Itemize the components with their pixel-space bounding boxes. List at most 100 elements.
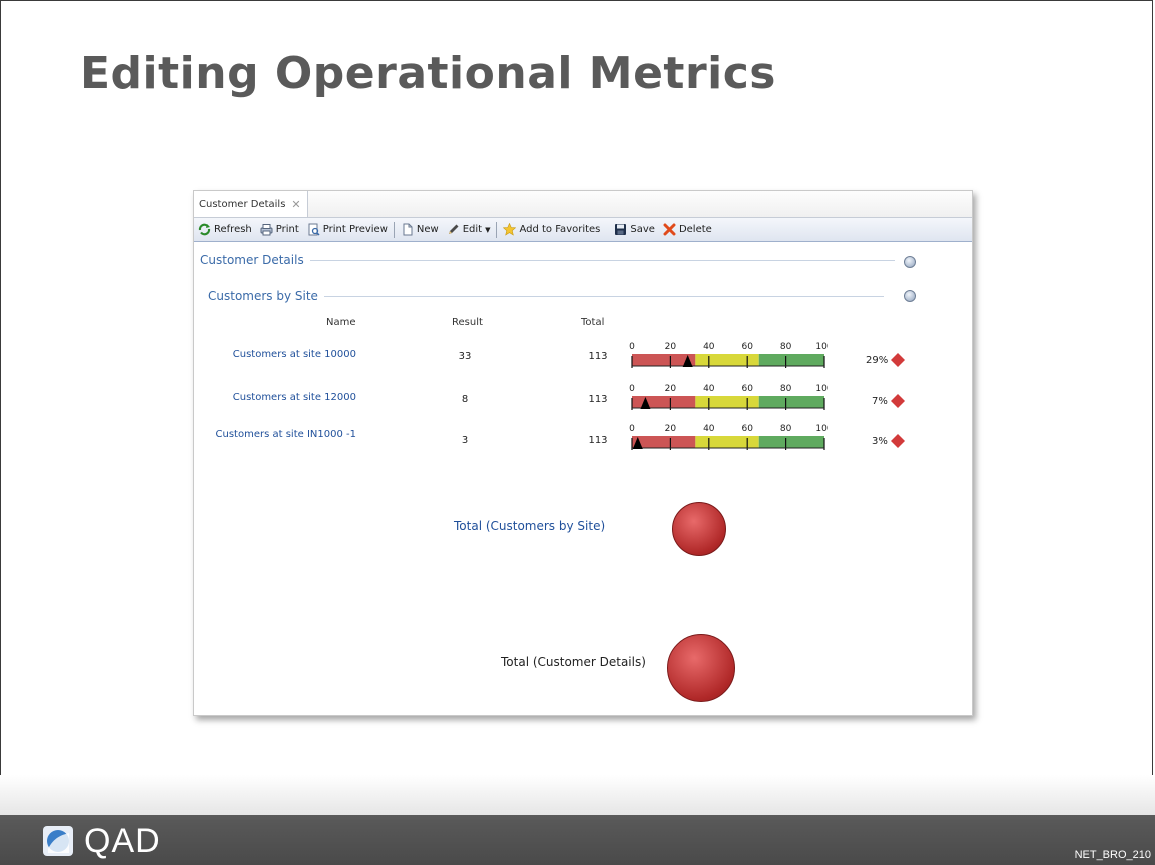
gauge-tick-label: 20 bbox=[665, 342, 677, 352]
gauge-band bbox=[758, 436, 824, 448]
edit-label: Edit bbox=[462, 224, 483, 235]
qad-logo-icon bbox=[43, 826, 73, 856]
total-details-status-indicator bbox=[667, 634, 735, 702]
chevron-down-icon: ▼ bbox=[485, 225, 491, 234]
print-preview-icon bbox=[308, 223, 320, 236]
gauge-band bbox=[695, 354, 759, 366]
close-icon[interactable]: ✕ bbox=[291, 198, 300, 211]
settings-icon[interactable] bbox=[904, 290, 916, 302]
refresh-label: Refresh bbox=[214, 224, 252, 235]
printer-icon bbox=[260, 224, 273, 236]
percent-value: 3% bbox=[872, 435, 888, 447]
customer-site-link[interactable]: Customers at site 10000 bbox=[204, 349, 356, 360]
gauge-tick-label: 100 bbox=[815, 424, 828, 434]
gauge-chart: 0 20 40 60 80 100 bbox=[629, 424, 828, 450]
total-customer-details-label: Total (Customer Details) bbox=[501, 655, 646, 669]
total-value: 113 bbox=[588, 351, 608, 362]
new-document-icon bbox=[403, 223, 413, 236]
gauge-tick-label: 40 bbox=[703, 342, 715, 352]
delete-x-icon bbox=[663, 223, 676, 236]
status-red-diamond-icon bbox=[890, 434, 905, 448]
footer-bar bbox=[0, 815, 1155, 865]
save-icon bbox=[615, 224, 627, 235]
column-header-total: Total bbox=[581, 317, 605, 328]
result-value: 33 bbox=[458, 351, 472, 362]
print-button[interactable]: Print bbox=[256, 223, 303, 236]
toolbar: Refresh Print Print Preview New Edit ▼ A… bbox=[194, 218, 972, 242]
add-to-favorites-button[interactable]: Add to Favorites bbox=[499, 223, 604, 236]
result-value: 8 bbox=[461, 394, 469, 405]
gauge-tick-label: 80 bbox=[780, 424, 792, 434]
delete-button[interactable]: Delete bbox=[659, 223, 716, 236]
gauge-tick-label: 60 bbox=[741, 424, 753, 434]
gauge-tick-label: 20 bbox=[665, 424, 677, 434]
refresh-icon bbox=[198, 223, 211, 236]
gauge-chart: 0 20 40 60 80 100 bbox=[629, 342, 828, 368]
gauge-tick-label: 100 bbox=[815, 384, 828, 394]
slide-code: NET_BRO_210 bbox=[1074, 849, 1151, 861]
tab-bar: Customer Details ✕ bbox=[194, 191, 972, 218]
gauge-band bbox=[758, 396, 824, 408]
refresh-button[interactable]: Refresh bbox=[194, 223, 256, 236]
gauge-tick-label: 100 bbox=[815, 342, 828, 352]
new-button[interactable]: New bbox=[397, 223, 443, 236]
status-red-diamond-icon bbox=[890, 394, 905, 408]
gauge-tick-label: 60 bbox=[741, 342, 753, 352]
footer-fade bbox=[0, 775, 1155, 815]
print-preview-button[interactable]: Print Preview bbox=[303, 223, 392, 236]
percent-value: 7% bbox=[872, 395, 888, 407]
gauge-tick-label: 80 bbox=[780, 342, 792, 352]
gauge-tick-label: 0 bbox=[629, 384, 635, 394]
section-title: Customer Details bbox=[200, 253, 304, 267]
percent-indicator: 7% bbox=[872, 393, 906, 409]
add-to-favorites-label: Add to Favorites bbox=[519, 224, 601, 235]
gauge-band bbox=[632, 396, 696, 408]
tab-customer-details[interactable]: Customer Details ✕ bbox=[194, 191, 308, 217]
tab-label: Customer Details bbox=[199, 198, 286, 210]
edit-button[interactable]: Edit ▼ bbox=[443, 223, 495, 236]
percent-indicator: 3% bbox=[872, 433, 906, 449]
print-preview-label: Print Preview bbox=[322, 224, 388, 235]
total-value: 113 bbox=[588, 435, 608, 446]
gauge-tick-label: 20 bbox=[665, 384, 677, 394]
column-header-name: Name bbox=[326, 317, 356, 328]
save-button[interactable]: Save bbox=[610, 223, 659, 236]
customers-by-site-section-header: Customers by Site bbox=[208, 289, 928, 303]
gauge-tick-label: 60 bbox=[741, 384, 753, 394]
section-divider bbox=[323, 295, 884, 297]
collapse-icon[interactable] bbox=[904, 256, 916, 268]
gauge-band bbox=[695, 436, 759, 448]
customer-details-section-header: Customer Details bbox=[200, 253, 940, 267]
pencil-icon bbox=[448, 224, 459, 234]
toolbar-separator bbox=[496, 221, 498, 238]
customer-site-link[interactable]: Customers at site IN1000 -1 bbox=[204, 428, 356, 441]
save-label: Save bbox=[630, 224, 655, 235]
gauge-tick-label: 0 bbox=[629, 342, 635, 352]
gauge-band bbox=[695, 396, 759, 408]
qad-logo-text: QAD bbox=[84, 821, 161, 860]
gauge-tick-label: 80 bbox=[780, 384, 792, 394]
qad-logo: QAD bbox=[42, 822, 161, 860]
customer-site-link[interactable]: Customers at site 12000 bbox=[204, 392, 356, 403]
delete-label: Delete bbox=[678, 224, 712, 235]
percent-value: 29% bbox=[866, 354, 889, 366]
gauge-tick-label: 40 bbox=[703, 384, 715, 394]
slide-title: Editing Operational Metrics bbox=[80, 48, 776, 99]
new-label: New bbox=[416, 224, 439, 235]
total-customers-by-site-label[interactable]: Total (Customers by Site) bbox=[454, 519, 605, 533]
gauge-tick-label: 40 bbox=[703, 424, 715, 434]
customer-details-window: Customer Details ✕ Refresh Print Print P… bbox=[193, 190, 973, 716]
total-status-indicator bbox=[672, 502, 726, 556]
status-red-diamond-icon bbox=[891, 353, 906, 367]
gauge-band bbox=[758, 354, 824, 366]
column-header-result: Result bbox=[452, 317, 483, 328]
section-divider bbox=[309, 259, 895, 261]
toolbar-separator bbox=[393, 221, 395, 238]
gauge-tick-label: 0 bbox=[629, 424, 635, 434]
gauge-chart: 0 20 40 60 80 100 bbox=[629, 384, 828, 410]
result-value: 3 bbox=[461, 435, 469, 446]
star-icon bbox=[503, 223, 517, 236]
section-title: Customers by Site bbox=[208, 289, 318, 303]
print-label: Print bbox=[275, 224, 299, 235]
percent-indicator: 29% bbox=[866, 352, 906, 368]
